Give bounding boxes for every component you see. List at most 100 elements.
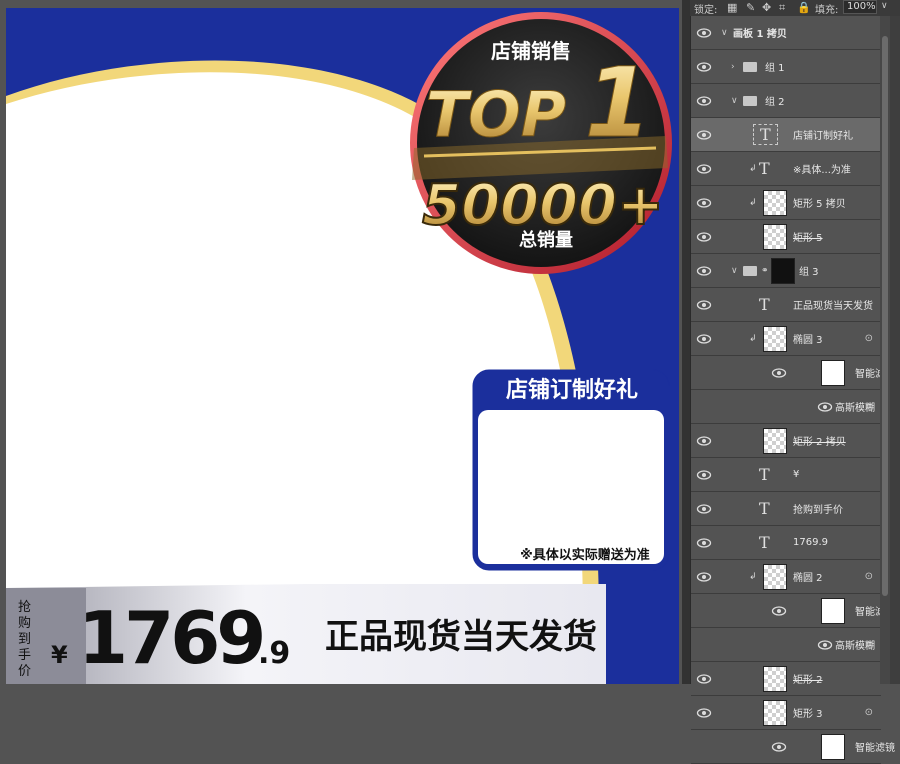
visibility-eye-icon[interactable] [696,229,712,245]
layer-row[interactable]: › 组 1 [691,50,881,84]
layer-name: 正品现货当天发货 [793,301,873,312]
layer-name: 组 2 [765,97,785,108]
layer-row[interactable]: 矩形 3 ⊙ [691,696,881,730]
fill-input[interactable]: 100% [843,0,877,14]
visibility-eye-icon[interactable] [696,705,712,721]
filter-options-icon[interactable]: ≡ [865,401,873,412]
layers-panel[interactable]: ∨ 画板 1 拷贝 › 组 1 ∨ 组 2 T 店铺订制好礼 ↲ T ※具体...为准 ↲ 矩形 5 拷… [690,16,900,764]
layer-thumbnail [763,325,787,352]
layer-name: 抢购到手价 [793,505,843,516]
visibility-eye-icon[interactable] [771,603,787,619]
visibility-eye-icon[interactable] [771,365,787,381]
folder-icon [743,61,757,72]
layer-row[interactable]: ∨ ⚭ 组 3 [691,254,881,288]
filter-eye-icon[interactable] [817,637,833,653]
layer-row[interactable]: 高斯模糊 ≡ [691,628,881,662]
collapse-chevron-icon[interactable]: ∨ [731,266,738,276]
badge-rank-number: 1 [585,47,652,159]
layer-row[interactable]: 智能滤镜 [691,356,895,390]
layer-row[interactable]: 矩形 2 [691,662,881,696]
panel-divider[interactable] [682,0,690,684]
layer-name: 矩形 5 [793,233,823,244]
layer-row[interactable]: T 店铺订制好礼 [691,118,881,152]
layer-row[interactable]: 矩形 2 拷贝 [691,424,881,458]
layer-row[interactable]: ↲ T ※具体...为准 [691,152,881,186]
layer-row[interactable]: 智能滤镜 [691,594,895,628]
slogan-text: 正品现货当天发货 [325,617,597,657]
layer-thumbnail [763,427,787,454]
visibility-eye-icon[interactable] [696,161,712,177]
layer-row[interactable]: ∨ 画板 1 拷贝 [691,16,881,50]
visibility-eye-icon[interactable] [696,331,712,347]
folder-icon [743,95,757,106]
layer-row[interactable]: 矩形 5 [691,220,881,254]
layer-row[interactable]: 高斯模糊 ≡ [691,390,881,424]
visibility-eye-icon[interactable] [696,263,712,279]
layer-row[interactable]: ↲ 矩形 5 拷贝 [691,186,881,220]
visibility-eye-icon[interactable] [696,467,712,483]
filter-options-icon[interactable]: ≡ [865,639,873,650]
text-layer-icon: T [759,533,770,552]
visibility-eye-icon[interactable] [696,569,712,585]
expand-chevron-icon[interactable]: › [731,62,735,72]
badge-top-text: 店铺销售 [491,39,571,63]
visibility-eye-icon[interactable] [696,93,712,109]
smart-filter-thumbnail [821,597,845,624]
layer-row[interactable]: T 抢购到手价 [691,492,881,526]
layer-name: 智能滤镜 [855,743,895,754]
mask-link-icon: ⚭ [761,265,769,276]
lock-all-icon[interactable]: 🔒 [797,1,811,14]
visibility-eye-icon[interactable] [696,127,712,143]
lock-brush-icon[interactable]: ✎ [746,1,755,14]
collapse-chevron-icon[interactable]: ∨ [731,96,738,106]
visibility-eye-icon[interactable] [696,297,712,313]
text-layer-icon: T [753,124,778,145]
collapse-chevron-icon[interactable]: ∨ [721,28,728,38]
fill-dropdown-icon[interactable]: ∨ [881,1,888,11]
layer-row[interactable]: T 正品现货当天发货 [691,288,881,322]
layer-row[interactable]: ∨ 组 2 [691,84,881,118]
layer-thumbnail [763,223,787,250]
layer-thumbnail [763,563,787,590]
filter-eye-icon[interactable] [817,399,833,415]
visibility-eye-icon[interactable] [696,59,712,75]
layer-thumbnail [763,665,787,692]
layer-name: 矩形 3 [793,709,823,720]
layer-name: 1769.9 [793,537,828,548]
lock-move-icon[interactable]: ✥ [762,1,771,14]
folder-icon [743,265,757,276]
visibility-eye-icon[interactable] [696,195,712,211]
scrollbar-thumb[interactable] [882,36,888,596]
layer-row[interactable]: ↲ 椭圆 3 ⊙ [691,322,881,356]
lock-artboard-icon[interactable]: ⌗ [779,1,785,15]
sales-badge: 店铺销售 TOP 1 50000+ 总销量 [410,12,672,274]
visibility-eye-icon[interactable] [696,25,712,41]
layer-row[interactable]: T 1769.9 [691,526,881,560]
canvas-area[interactable]: 店铺销售 TOP 1 50000+ 总销量 店铺订制好礼 ※具体以实际赠送为准 … [0,0,682,684]
price-integer: 1769 [78,596,262,680]
price-bar: 抢 购 到 手 价 ¥ 1769 .9 正品现货当天发货 [6,584,606,684]
visibility-eye-icon[interactable] [696,535,712,551]
smart-object-icon: ⊙ [864,333,873,344]
gift-box: 店铺订制好礼 ※具体以实际赠送为准 [472,369,670,571]
text-layer-icon: T [759,295,770,314]
layer-name: 组 1 [765,63,785,74]
visibility-eye-icon[interactable] [696,671,712,687]
layers-scrollbar[interactable] [880,16,890,684]
visibility-eye-icon[interactable] [771,739,787,755]
badge-top-label: TOP [426,78,566,151]
gift-box-note: ※具体以实际赠送为准 [520,547,650,563]
price-decimal: .9 [258,636,290,671]
layer-row[interactable]: 智能滤镜 [691,730,895,764]
layer-row[interactable]: ↲ 椭圆 2 ⊙ [691,560,881,594]
badge-bottom-text: 总销量 [519,229,573,251]
visibility-eye-icon[interactable] [696,501,712,517]
visibility-eye-icon[interactable] [696,433,712,449]
smart-filter-thumbnail [821,359,845,386]
clipping-mask-icon: ↲ [749,163,757,174]
clipping-mask-icon: ↲ [749,571,757,582]
artboard[interactable]: 店铺销售 TOP 1 50000+ 总销量 店铺订制好礼 ※具体以实际赠送为准 … [6,8,679,684]
text-layer-icon: T [759,499,770,518]
lock-transparent-icon[interactable]: ▦ [727,1,737,14]
layer-row[interactable]: T ¥ [691,458,881,492]
